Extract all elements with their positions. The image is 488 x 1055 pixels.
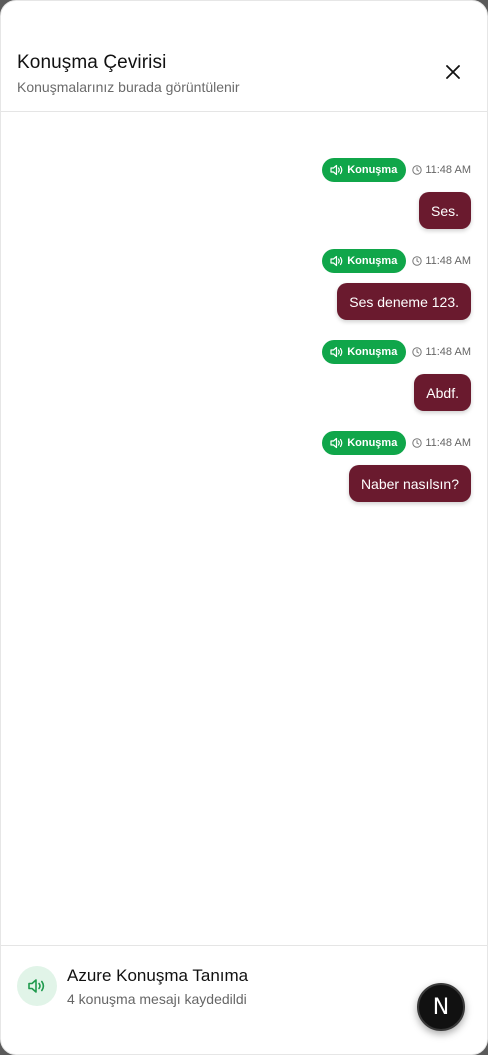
time-label: 11:48 AM [425,346,471,358]
time-label: 11:48 AM [425,437,471,449]
speaker-icon [28,979,45,993]
badge-label: Konuşma [347,255,398,267]
clock-icon [412,256,423,266]
speaker-icon [330,164,343,176]
message-item: Konuşma 11:48 AM Ses. [17,158,471,238]
message-meta: Konuşma 11:48 AM [322,249,471,273]
message-meta: Konuşma 11:48 AM [322,340,471,364]
message-item: Konuşma 11:48 AM Abdf. [17,340,471,420]
clock-icon [412,438,423,448]
message-time: 11:48 AM [412,164,471,176]
floating-n-button[interactable]: N [417,983,465,1031]
badge-label: Konuşma [347,164,398,176]
footer-status: 4 konuşma mesajı kaydedildi [67,991,247,1007]
speaker-icon [330,437,343,449]
speaker-icon [330,255,343,267]
clock-icon [412,347,423,357]
message-time: 11:48 AM [412,437,471,449]
message-time: 11:48 AM [412,255,471,267]
message-bubble: Naber nasılsın? [348,465,471,502]
speech-badge: Konuşma [322,158,407,182]
time-label: 11:48 AM [425,255,471,267]
panel-footer: Azure Konuşma Tanıma 4 konuşma mesajı ka… [1,945,487,1054]
speaker-icon [330,346,343,358]
speech-badge: Konuşma [322,340,407,364]
badge-label: Konuşma [347,346,398,358]
message-meta: Konuşma 11:48 AM [322,431,471,455]
message-bubble: Abdf. [414,374,471,411]
clock-icon [412,165,423,175]
close-icon [446,65,460,79]
message-list: Konuşma 11:48 AM Ses. Konuşma 11:48 AM S… [1,113,487,945]
page-title: Konuşma Çevirisi [17,52,167,73]
message-time: 11:48 AM [412,346,471,358]
conversation-panel: Konuşma Çevirisi Konuşmalarınız burada g… [0,0,488,1055]
panel-header: Konuşma Çevirisi Konuşmalarınız burada g… [1,1,487,112]
speech-badge: Konuşma [322,249,407,273]
footer-speaker-badge [17,966,57,1006]
close-button[interactable] [437,56,469,88]
message-bubble: Ses. [418,192,471,229]
speech-badge: Konuşma [322,431,407,455]
message-meta: Konuşma 11:48 AM [322,158,471,182]
badge-label: Konuşma [347,437,398,449]
time-label: 11:48 AM [425,164,471,176]
message-bubble: Ses deneme 123. [337,283,471,320]
message-item: Konuşma 11:48 AM Naber nasılsın? [17,431,471,511]
page-subtitle: Konuşmalarınız burada görüntülenir [17,79,240,95]
message-item: Konuşma 11:48 AM Ses deneme 123. [17,249,471,329]
footer-title: Azure Konuşma Tanıma [67,966,249,985]
